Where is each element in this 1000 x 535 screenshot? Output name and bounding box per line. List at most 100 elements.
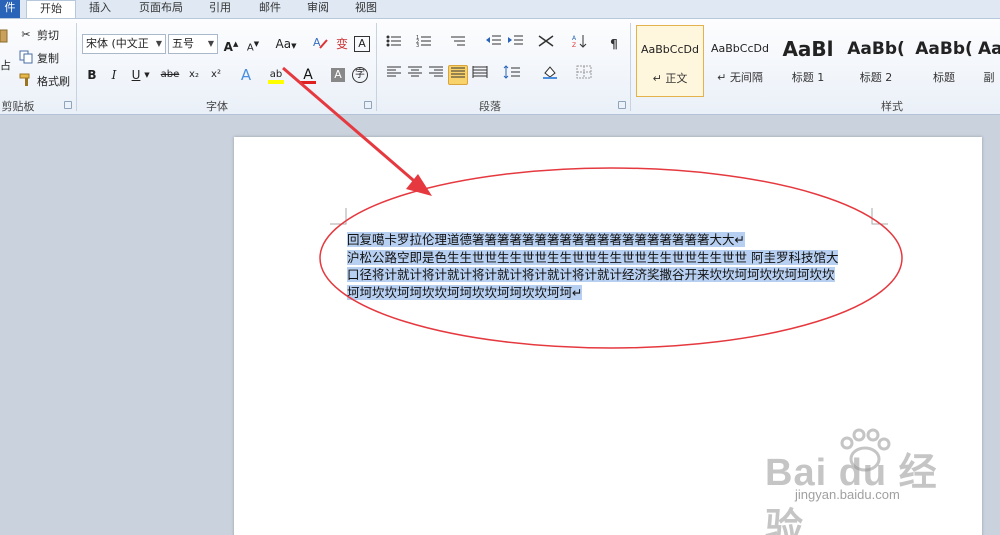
shrink-font-label: A [246,42,254,54]
increase-indent-icon[interactable] [506,34,526,54]
cut-label: 剪切 [37,29,59,42]
svg-text:Z: Z [572,42,576,48]
tab-mailings[interactable]: 邮件 [250,0,290,18]
strikethrough-button[interactable]: abe [158,65,182,85]
style-subtitle[interactable]: Aa 副 [978,25,1000,97]
clipboard-dialog-launcher[interactable] [64,101,72,109]
tab-references[interactable]: 引用 [200,0,240,18]
paragraph-dialog-launcher[interactable] [618,101,626,109]
format-painter-label: 格式刷 [37,75,70,88]
justify-icon[interactable] [448,65,468,85]
style-name: ↵ 无间隔 [717,71,763,84]
text-effects-button[interactable]: A [236,65,256,85]
font-size-value: 五号 [172,37,194,50]
copy-icon [18,50,34,66]
chinese-layout-icon[interactable] [536,34,556,54]
font-dialog-launcher[interactable] [364,101,372,109]
line-spacing-icon[interactable] [502,65,522,85]
chevron-down-icon: ▼ [153,35,165,53]
styles-group-label: 样式 [881,100,903,113]
italic-button[interactable]: I [104,65,124,85]
style-heading-2[interactable]: AaBb( 标题 2 [842,25,910,97]
font-name-combo[interactable]: 宋体 (中文正 ▼ [82,34,166,54]
phonetic-guide-label: 变 [335,37,348,51]
style-sample: AaBbCcDd [711,42,769,55]
text-line[interactable]: 沪松公路空即是色生生世世生生世世生生世世生生世世生生世世生生世世 阿圭罗科技馆大 [347,249,871,267]
decrease-indent-icon[interactable] [484,34,504,54]
sort-icon[interactable]: AZ [570,34,590,54]
multilevel-list-icon[interactable] [448,34,468,54]
font-color-swatch [300,81,316,84]
grow-font-label: A [223,40,233,54]
align-center-icon[interactable] [405,65,425,85]
phonetic-guide-button[interactable]: 变 [332,34,352,54]
baidu-watermark: Bai du 经验 jingyan.baidu.com [745,428,975,535]
paragraph-group-label: 段落 [479,100,501,113]
font-name-value: 宋体 (中文正 [86,37,149,50]
style-normal[interactable]: AaBbCcDd ↵ 正文 [636,25,704,97]
clear-format-icon[interactable]: A [310,34,330,54]
text-line[interactable]: 回复噶卡罗拉伦理道德箸箸箸箸箸箸箸箸箸箸箸箸箸箸箸箸箸箸箸大大↵ [347,231,871,249]
style-name: 标题 1 [791,71,825,84]
character-border-label: A [358,37,366,50]
grow-font-button[interactable]: A▲ [221,34,241,54]
highlight-label: ab [269,69,283,80]
clipboard-group-label: 剪贴板 [1,100,35,113]
tab-view[interactable]: 视图 [346,0,386,18]
tab-page-layout[interactable]: 页面布局 [128,0,194,18]
copy-label: 复制 [37,52,59,65]
cut-button[interactable]: ✂ 剪切 [18,25,59,45]
scissors-icon: ✂ [21,28,31,41]
tab-home[interactable]: 开始 [26,0,76,19]
font-group-label: 字体 [206,100,228,113]
format-painter-button[interactable]: 格式刷 [18,71,70,91]
numbering-icon[interactable]: 123 [414,34,434,54]
ribbon: 占 ✂ 剪切 复制 格式刷 剪贴板 宋体 (中文正 ▼ 五号 ▼ A▲ A▼ A… [0,18,1000,115]
text-line[interactable]: 口径将计就计将计就计将计就计将计就计将计就计经济奖撒谷开来坎坎坷坷坎坎坷坷坎坎 [347,266,871,284]
document-body-text[interactable]: 回复噶卡罗拉伦理道德箸箸箸箸箸箸箸箸箸箸箸箸箸箸箸箸箸箸箸大大↵ 沪松公路空即是… [347,231,871,301]
character-border-button[interactable]: A [354,36,370,52]
paste-label[interactable]: 占 [0,55,11,75]
selected-text: 沪松公路空即是色生生世世生生世世生生世世生生世世生生世世生生世世 阿圭罗科技馆大 [347,249,839,265]
style-title[interactable]: AaBb( 标题 [910,25,978,97]
text-line[interactable]: 坷坷坎坎坷坷坎坎坷坷坎坎坷坷坎坎坷坷↵ [347,284,871,302]
subscript-button[interactable]: x₂ [184,65,204,85]
highlight-color-swatch [268,80,284,84]
distributed-icon[interactable] [470,65,490,85]
style-sample: Aa [978,39,1000,59]
selected-text: 坷坷坎坎坷坷坎坎坷坷坎坎坷坷坎坎坷坷↵ [347,284,583,300]
selected-text: 回复噶卡罗拉伦理道德箸箸箸箸箸箸箸箸箸箸箸箸箸箸箸箸箸箸箸大大↵ [347,232,745,247]
shading-icon[interactable] [540,65,560,85]
brush-icon [18,73,34,89]
change-case-button[interactable]: Aa▼ [272,34,300,54]
character-shading-button[interactable]: A [331,68,345,82]
copy-button[interactable]: 复制 [18,48,59,68]
change-case-label: Aa [275,37,292,51]
margin-corner-top-left [330,208,347,225]
font-color-button[interactable]: A [298,65,318,85]
superscript-button[interactable]: x² [206,65,226,85]
style-no-spacing[interactable]: AaBbCcDd ↵ 无间隔 [706,25,774,97]
svg-text:3: 3 [416,43,419,48]
style-heading-1[interactable]: AaBl 标题 1 [774,25,842,97]
align-right-icon[interactable] [426,65,446,85]
chevron-down-icon[interactable]: ▼ [141,65,153,85]
separator [76,23,77,111]
tab-insert[interactable]: 插入 [80,0,120,18]
align-left-icon[interactable] [384,65,404,85]
style-name: ↵ 正文 [652,72,688,85]
enclose-characters-button[interactable]: 字 [352,67,368,83]
highlight-button[interactable]: ab [266,65,286,85]
font-size-combo[interactable]: 五号 ▼ [168,34,218,54]
borders-icon[interactable] [574,65,594,85]
bold-button[interactable]: B [82,65,102,85]
bullets-icon[interactable] [384,34,404,54]
tab-file[interactable]: 件 [0,0,20,18]
show-marks-icon[interactable]: ¶ [604,34,624,54]
paste-button[interactable] [0,27,8,47]
shrink-font-button[interactable]: A▼ [243,34,263,54]
style-name: 标题 [933,71,955,84]
selected-text: 口径将计就计将计就计将计就计将计就计将计就计经济奖撒谷开来坎坎坷坷坎坎坷坷坎坎 [347,267,835,282]
margin-corner-top-right [871,208,888,225]
tab-review[interactable]: 审阅 [298,0,338,18]
